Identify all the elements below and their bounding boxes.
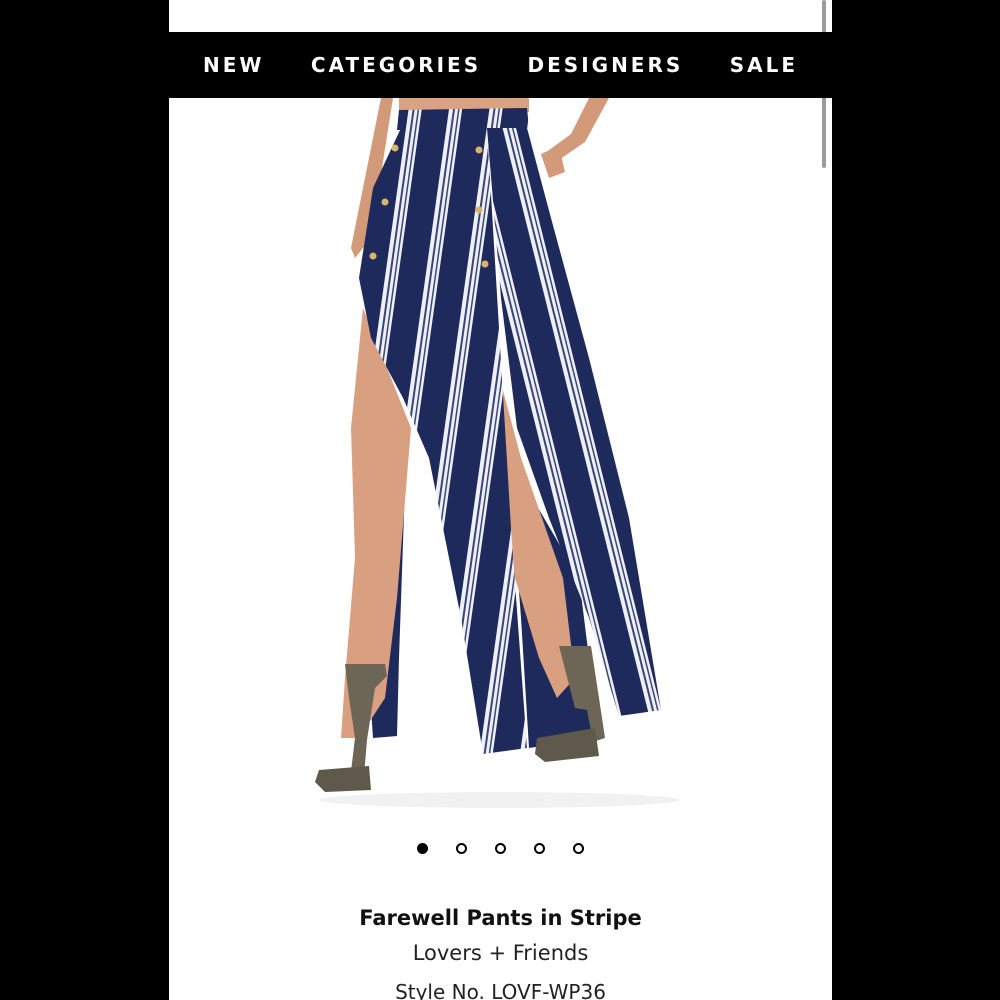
nav-designers[interactable]: DESIGNERS bbox=[528, 53, 684, 77]
button-decor bbox=[475, 146, 483, 154]
button-decor bbox=[391, 144, 399, 152]
product-page: NEW CATEGORIES DESIGNERS SALE Farewell P… bbox=[169, 0, 832, 1000]
product-title: Farewell Pants in Stripe bbox=[359, 906, 642, 930]
nav-categories[interactable]: CATEGORIES bbox=[311, 53, 481, 77]
waistband bbox=[397, 108, 529, 130]
button-decor bbox=[481, 260, 489, 268]
product-brand-link[interactable]: Lovers + Friends bbox=[169, 941, 832, 965]
button-decor bbox=[369, 252, 377, 260]
button-decor bbox=[381, 198, 389, 206]
carousel-dot-1[interactable] bbox=[417, 843, 428, 854]
carousel-dot-4[interactable] bbox=[534, 843, 545, 854]
nav-new[interactable]: NEW bbox=[203, 53, 264, 77]
top-navigation: NEW CATEGORIES DESIGNERS SALE bbox=[169, 32, 832, 98]
carousel-dot-3[interactable] bbox=[495, 843, 506, 854]
carousel-dot-5[interactable] bbox=[573, 843, 584, 854]
carousel-indicators bbox=[169, 843, 832, 854]
product-image[interactable] bbox=[289, 98, 709, 812]
carousel-dot-2[interactable] bbox=[456, 843, 467, 854]
button-decor bbox=[475, 206, 483, 214]
product-style-number: Style No. LOVF-WP36 bbox=[395, 980, 606, 1000]
nav-sale[interactable]: SALE bbox=[730, 53, 798, 77]
